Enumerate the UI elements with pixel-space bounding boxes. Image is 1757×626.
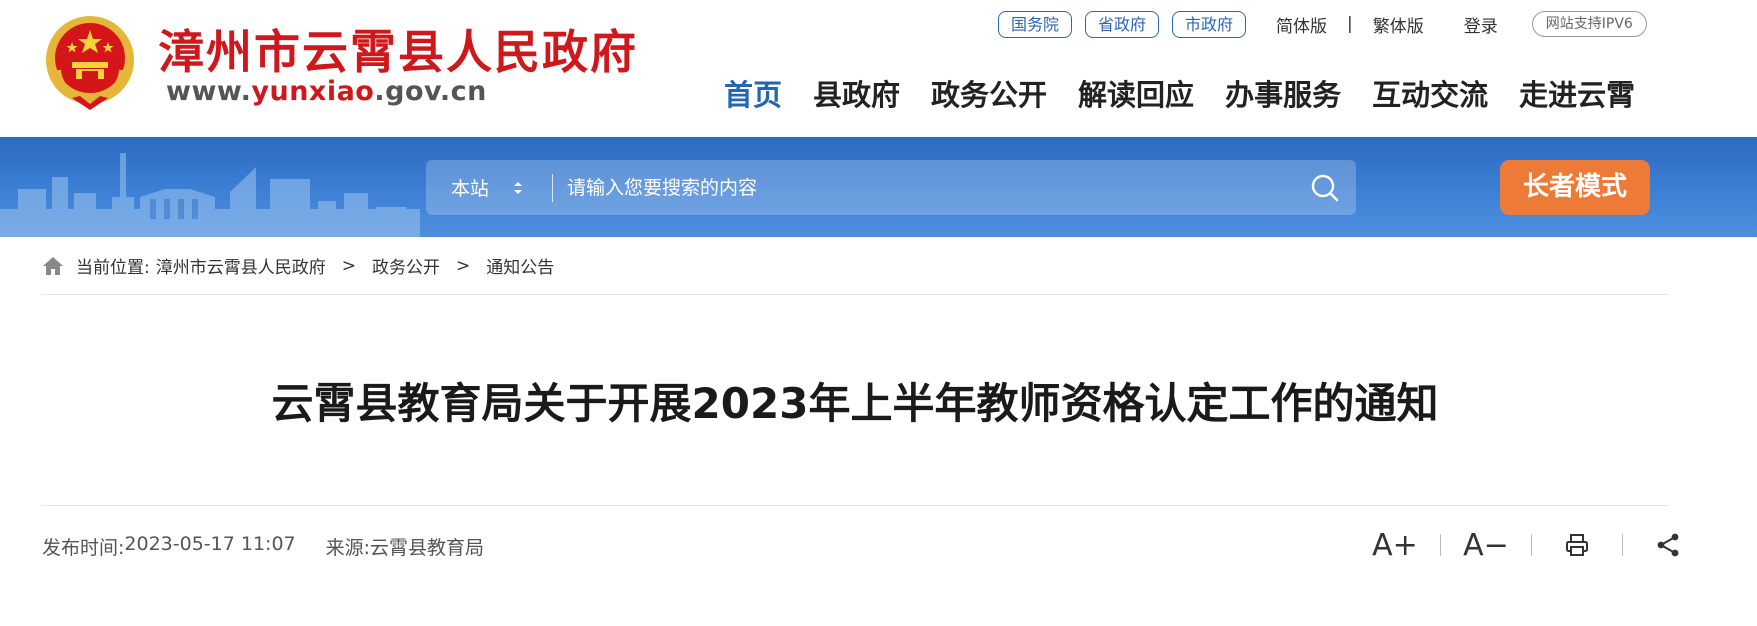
- article-meta: 发布时间: 2023-05-17 11:07 来源: 云霄县教育局: [42, 533, 484, 560]
- site-header: 漳州市云霄县人民政府 www.yunxiao.gov.cn 国务院 省政府 市政…: [0, 0, 1757, 137]
- search-button[interactable]: [1294, 160, 1356, 215]
- publish-time-label: 发布时间:: [42, 537, 125, 559]
- breadcrumb-label: 当前位置:: [76, 258, 150, 278]
- site-title[interactable]: 漳州市云霄县人民政府: [158, 16, 638, 82]
- nav-county-gov[interactable]: 县政府: [813, 72, 900, 114]
- link-guowuyuan[interactable]: 国务院: [998, 10, 1073, 38]
- link-shengzhengfu[interactable]: 省政府: [1085, 10, 1160, 38]
- link-shizhengfu[interactable]: 市政府: [1172, 10, 1247, 38]
- ipv6-badge: 网站支持IPV6: [1531, 11, 1647, 37]
- nav-services[interactable]: 办事服务: [1225, 72, 1341, 114]
- elder-mode-button[interactable]: 长者模式: [1500, 160, 1650, 215]
- divider: [42, 505, 1668, 506]
- tools-divider: [1440, 534, 1441, 556]
- top-links: 国务院 省政府 市政府 简体版 | 繁体版 登录 网站支持IPV6: [998, 10, 1647, 38]
- search-box: 本站: [426, 160, 1356, 215]
- print-icon: [1566, 534, 1588, 556]
- breadcrumb-item-notices[interactable]: 通知公告: [486, 253, 554, 278]
- divider: [42, 294, 1668, 295]
- search-icon: [1311, 174, 1339, 201]
- link-simplified[interactable]: 简体版: [1276, 12, 1327, 37]
- home-icon[interactable]: [42, 255, 64, 277]
- link-traditional[interactable]: 繁体版: [1373, 12, 1424, 37]
- tools-divider: [1531, 534, 1532, 556]
- share-icon: [1657, 533, 1679, 557]
- source: 云霄县教育局: [370, 537, 485, 559]
- nav-interaction[interactable]: 互动交流: [1372, 72, 1488, 114]
- nav-about-yunxiao[interactable]: 走进云霄: [1519, 72, 1635, 114]
- site-url[interactable]: www.yunxiao.gov.cn: [166, 76, 487, 107]
- source-label: 来源:: [325, 537, 371, 559]
- font-decrease-button[interactable]: A−: [1461, 528, 1511, 563]
- breadcrumb-item-gov-affairs[interactable]: 政务公开: [372, 253, 440, 278]
- article-title: 云霄县教育局关于开展2023年上半年教师资格认定工作的通知: [271, 379, 1439, 428]
- nav-interpretation[interactable]: 解读回应: [1078, 72, 1194, 114]
- city-skyline-graphic: [0, 153, 420, 237]
- article-tools: A+ A−: [1370, 525, 1693, 565]
- top-links-separator: |: [1347, 14, 1353, 34]
- nav-gov-affairs[interactable]: 政务公开: [931, 72, 1047, 114]
- breadcrumb-separator: >: [455, 255, 471, 276]
- main-nav: 首页 县政府 政务公开 解读回应 办事服务 互动交流 走进云霄: [724, 72, 1635, 114]
- share-button[interactable]: [1643, 532, 1693, 558]
- tools-divider: [1622, 534, 1623, 556]
- site-url-prefix: www.: [166, 76, 252, 107]
- print-button[interactable]: [1552, 532, 1602, 558]
- national-emblem-icon[interactable]: [42, 12, 138, 112]
- search-banner: 本站 长者模式: [0, 137, 1757, 237]
- breadcrumb: 当前位置: 漳州市云霄县人民政府 > 政务公开 > 通知公告: [42, 253, 554, 278]
- nav-home[interactable]: 首页: [724, 72, 782, 114]
- publish-time: 2023-05-17 11:07: [124, 533, 296, 555]
- breadcrumb-item-home[interactable]: 漳州市云霄县人民政府: [156, 253, 326, 278]
- search-input[interactable]: [553, 160, 1294, 215]
- sort-arrows-icon: [514, 181, 523, 194]
- font-increase-button[interactable]: A+: [1370, 528, 1420, 563]
- site-url-suffix: .gov.cn: [374, 76, 487, 107]
- site-url-highlight: yunxiao: [251, 76, 375, 107]
- search-scope-label: 本站: [451, 178, 490, 200]
- search-scope-select[interactable]: 本站: [426, 174, 552, 201]
- link-login[interactable]: 登录: [1464, 12, 1498, 37]
- breadcrumb-separator: >: [341, 255, 356, 276]
